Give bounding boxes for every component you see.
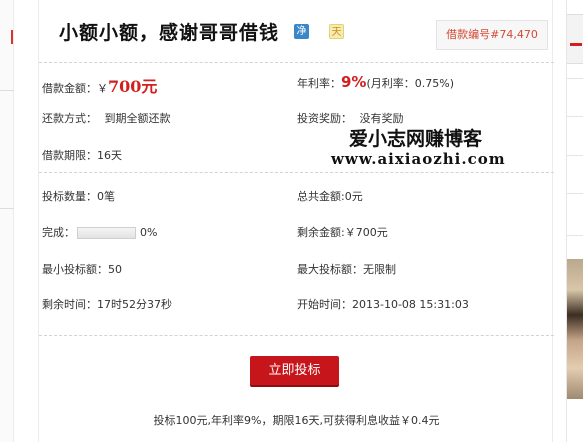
completion-progress-bar	[77, 227, 136, 239]
loan-amount-value: 700元	[108, 77, 158, 96]
sidebar-divider	[567, 116, 583, 117]
sidebar-divider	[567, 193, 583, 194]
remaining-amount: 剩余金额:￥700元	[297, 226, 388, 239]
watermark-url: www.aixiaozhi.com	[331, 150, 506, 168]
monthly-rate: (月利率：0.75%)	[366, 77, 454, 90]
annual-rate-label: 年利率：	[297, 77, 341, 90]
completion-value: 0%	[140, 226, 158, 239]
repayment-label: 还款方式：	[42, 112, 97, 125]
annual-rate-value: 9%	[341, 73, 367, 91]
term-label: 借款期限：	[42, 149, 97, 162]
completion: 完成： 0%	[42, 224, 157, 240]
reward-label: 投资奖励：	[297, 112, 352, 125]
min-bid: 最小投标额：50	[42, 263, 122, 276]
loan-term: 借款期限：16天	[42, 147, 122, 163]
day-badge-icon: 天	[329, 24, 344, 39]
sidebar-divider	[0, 90, 14, 91]
section-divider	[39, 62, 554, 63]
sidebar-divider	[567, 155, 583, 156]
sidebar-divider	[567, 235, 583, 236]
bid-now-button[interactable]: 立即投标	[250, 356, 339, 385]
max-bid: 最大投标额：无限制	[297, 263, 396, 276]
section-divider	[39, 335, 554, 336]
bid-count: 投标数量：0笔	[42, 190, 115, 203]
sidebar-widget	[567, 14, 583, 64]
right-sidebar-edge	[566, 0, 583, 442]
completion-label: 完成：	[42, 226, 75, 239]
sidebar-divider	[0, 208, 14, 209]
watermark-title: 爱小志网赚博客	[349, 128, 483, 150]
avatar-photo[interactable]	[567, 259, 583, 399]
loan-amount: 借款金额：￥700元	[42, 73, 157, 97]
net-badge-icon: 净	[294, 24, 309, 39]
loan-detail-panel: 小额小额，感谢哥哥借钱 净 天 借款编号#74,470 借款金额：￥700元 年…	[38, 0, 554, 442]
loan-amount-label: 借款金额：	[42, 82, 97, 95]
sidebar-widget-mark	[570, 43, 582, 46]
repayment-method: 还款方式： 到期全额还款	[42, 110, 171, 126]
sidebar-accent-mark	[11, 30, 13, 44]
start-time: 开始时间：2013-10-08 15:31:03	[297, 298, 469, 311]
loan-number-box: 借款编号#74,470	[436, 20, 548, 50]
total-amount: 总共金额:0元	[297, 190, 363, 203]
repayment-value: 到期全额还款	[104, 112, 171, 125]
bid-interest-summary: 投标100元,年利率9%，期限16天,可获得利息收益￥0.4元	[153, 414, 440, 427]
annual-rate: 年利率：9%(月利率：0.75%)	[297, 73, 454, 91]
currency-symbol: ￥	[97, 82, 108, 95]
section-divider	[39, 172, 554, 173]
left-sidebar-edge	[0, 0, 14, 442]
loan-title: 小额小额，感谢哥哥借钱	[59, 22, 280, 44]
term-value: 16天	[97, 149, 122, 162]
time-remaining: 剩余时间：17时52分37秒	[42, 298, 172, 311]
sidebar-divider	[567, 78, 583, 79]
